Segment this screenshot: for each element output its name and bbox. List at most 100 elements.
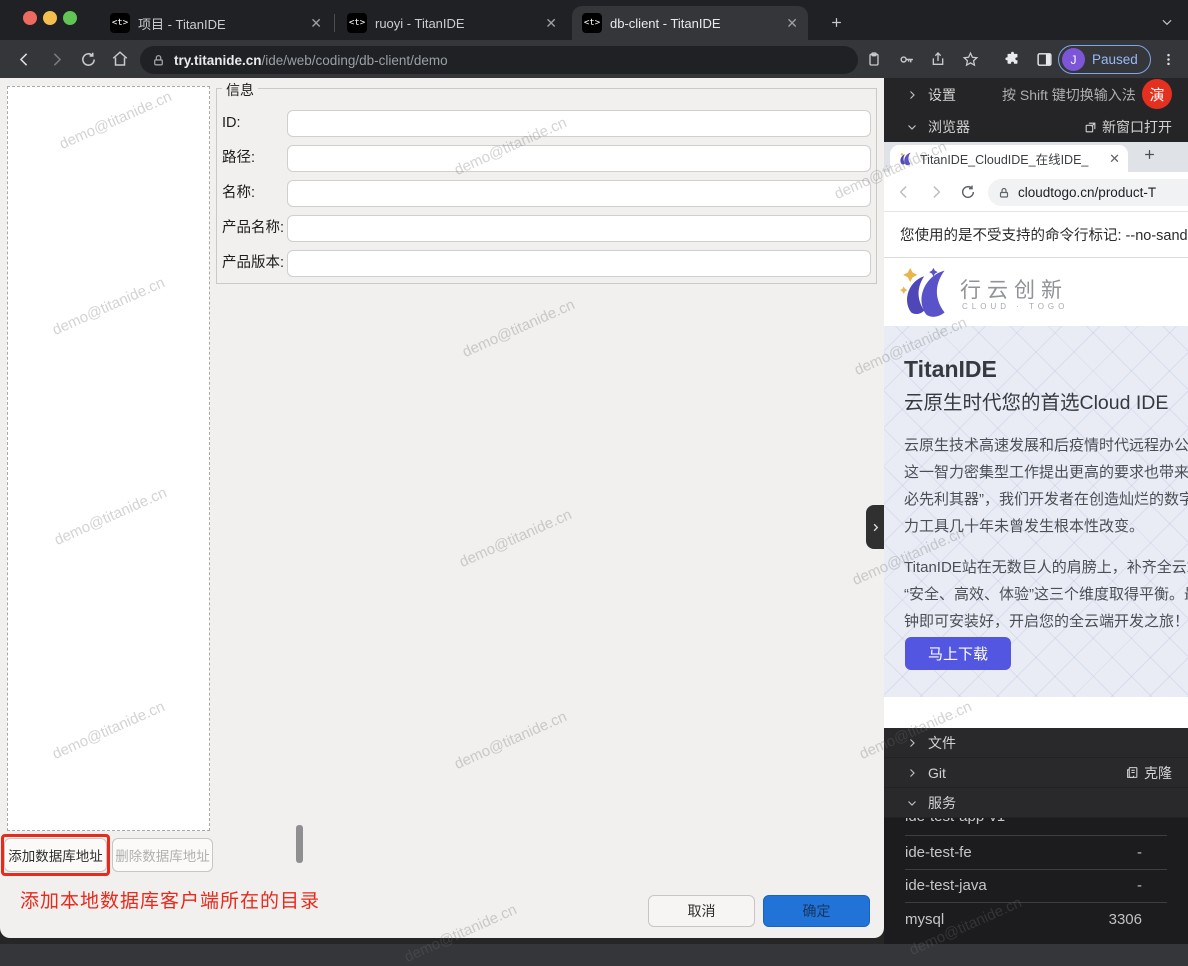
home-button[interactable] — [104, 43, 136, 75]
confirm-button[interactable]: 确定 — [763, 895, 870, 927]
service-port: - — [1137, 818, 1167, 825]
service-row[interactable]: ide-test-app-v1 - — [905, 818, 1167, 825]
id-field[interactable] — [287, 110, 871, 137]
hero-paragraph-line: 力工具几十年未曾发生根本性改变。 — [904, 515, 1188, 536]
open-new-window-button[interactable]: 新窗口打开 — [1084, 117, 1172, 137]
profile-paused-button[interactable]: J Paused — [1058, 45, 1151, 74]
mini-tab-title: TitanIDE_CloudIDE_在线IDE_ — [920, 149, 1103, 168]
field-label-product-version: 产品版本: — [222, 250, 284, 277]
mini-browser-toolbar: cloudtogo.cn/product-T — [884, 172, 1188, 212]
key-icon — [898, 51, 915, 68]
service-name: ide-test-app-v1 — [905, 818, 1005, 825]
star-icon — [962, 51, 979, 68]
password-key-button[interactable] — [890, 43, 922, 75]
tab-search-button[interactable] — [1155, 10, 1179, 34]
name-field[interactable] — [287, 180, 871, 207]
share-button[interactable] — [922, 43, 954, 75]
reload-icon — [960, 184, 976, 200]
tab-close-icon[interactable]: ✕ — [545, 15, 557, 32]
product-version-field[interactable] — [287, 250, 871, 277]
tab-project[interactable]: <t> 项目 - TitanIDE ✕ — [100, 6, 332, 40]
section-git[interactable]: Git 克隆 — [884, 758, 1188, 788]
clipboard-button[interactable] — [858, 43, 890, 75]
macos-zoom-button[interactable] — [63, 11, 77, 25]
sandbox-warning-bar: 您使用的是不受支持的命令行标记: --no-sand — [884, 212, 1188, 258]
mini-new-tab-button[interactable] — [1142, 147, 1157, 162]
forward-button[interactable] — [40, 43, 72, 75]
field-label-path: 路径: — [222, 145, 255, 172]
tab-separator — [334, 14, 335, 32]
macos-minimize-button[interactable] — [43, 11, 57, 25]
panel-expand-handle[interactable] — [866, 505, 884, 549]
download-now-button[interactable]: 马上下载 — [905, 637, 1011, 670]
service-row[interactable]: mysql 3306 — [905, 911, 1167, 928]
git-clone-button[interactable]: 克隆 — [1126, 763, 1172, 783]
service-name: mysql — [905, 911, 944, 928]
lock-icon — [152, 54, 165, 67]
delete-database-path-button[interactable]: 删除数据库地址 — [112, 838, 213, 872]
field-label-name: 名称: — [222, 180, 255, 207]
new-tab-button[interactable] — [822, 8, 850, 36]
tab-close-icon[interactable]: ✕ — [310, 15, 322, 32]
cancel-button[interactable]: 取消 — [648, 895, 755, 927]
lock-icon — [998, 187, 1010, 199]
chevron-down-icon — [906, 797, 918, 809]
files-label: 文件 — [928, 733, 956, 753]
mini-browser-tab[interactable]: TitanIDE_CloudIDE_在线IDE_ ✕ — [890, 145, 1128, 172]
mini-address-bar[interactable]: cloudtogo.cn/product-T — [988, 179, 1188, 206]
mini-tab-close-icon[interactable]: ✕ — [1109, 151, 1120, 167]
url-host: try.titanide.cn — [174, 53, 262, 68]
back-icon — [896, 184, 912, 200]
dialog-surface: 信息 ID: 路径: 名称: 产品名称: 产品版本: 添加数据库地址 删除数据库… — [0, 78, 884, 938]
service-row[interactable]: ide-test-fe - — [905, 844, 1167, 861]
ime-hint: 按 Shift 键切换输入法 — [1002, 85, 1136, 105]
forward-icon — [928, 184, 944, 200]
cloudtogo-logo-name: 行云创新 — [960, 274, 1068, 304]
cloudtogo-logo-section: 行云创新 CLOUD · TOGO — [884, 258, 1188, 326]
warning-text: 您使用的是不受支持的命令行标记: --no-sand — [900, 224, 1188, 245]
mini-reload-button[interactable] — [960, 184, 976, 200]
product-name-field[interactable] — [287, 215, 871, 242]
path-field[interactable] — [287, 145, 871, 172]
tab-ruoyi[interactable]: <t> ruoyi - TitanIDE ✕ — [337, 6, 567, 40]
macos-close-button[interactable] — [23, 11, 37, 25]
chevron-down-icon — [906, 121, 918, 133]
browser-tab-strip: <t> 项目 - TitanIDE ✕ <t> ruoyi - TitanIDE… — [0, 0, 1188, 40]
section-services[interactable]: 服务 — [884, 788, 1188, 818]
back-icon — [16, 51, 33, 68]
tab-db-client[interactable]: <t> db-client - TitanIDE ✕ — [572, 6, 808, 40]
reload-button[interactable] — [72, 43, 104, 75]
hero-paragraph-line: 钟即可安装好，开启您的全云端开发之旅！ — [904, 610, 1188, 631]
panel-scrollbar[interactable] — [296, 825, 303, 863]
hero-subtitle: 云原生时代您的首选Cloud IDE — [904, 386, 1168, 415]
cloudtogo-logo-subtitle: CLOUD · TOGO — [962, 302, 1068, 311]
mini-back-button[interactable] — [896, 184, 912, 200]
paused-label: Paused — [1092, 52, 1138, 67]
side-panel-button[interactable] — [1028, 43, 1060, 75]
titanide-favicon: <t> — [347, 13, 367, 33]
annotation-note: 添加本地数据库客户端所在的目录 — [20, 886, 320, 913]
section-files[interactable]: 文件 — [884, 728, 1188, 758]
add-database-path-button[interactable]: 添加数据库地址 — [4, 838, 107, 872]
settings-label: 设置 — [928, 85, 956, 105]
hero-paragraph-line: 云原生技术高速发展和后疫情时代远程办公等新 — [904, 434, 1188, 455]
bookmark-button[interactable] — [954, 43, 986, 75]
service-row[interactable]: ide-test-java - — [905, 877, 1167, 894]
back-button[interactable] — [8, 43, 40, 75]
service-name: ide-test-java — [905, 877, 987, 894]
tab-close-icon[interactable]: ✕ — [786, 15, 798, 32]
address-bar[interactable]: try.titanide.cn/ide/web/coding/db-client… — [140, 46, 858, 74]
url-path: /ide/web/coding/db-client/demo — [262, 53, 448, 68]
section-browser[interactable]: 浏览器 新窗口打开 — [884, 112, 1188, 142]
browser-label: 浏览器 — [928, 117, 970, 137]
db-client-app: 信息 ID: 路径: 名称: 产品名称: 产品版本: 添加数据库地址 删除数据库… — [0, 78, 884, 944]
extensions-button[interactable] — [996, 43, 1028, 75]
mini-forward-button[interactable] — [928, 184, 944, 200]
tab-title: 项目 - TitanIDE — [138, 14, 302, 33]
tab-title: db-client - TitanIDE — [610, 16, 778, 31]
chevron-right-icon — [906, 89, 918, 101]
browser-menu-button[interactable] — [1152, 43, 1184, 75]
database-path-list[interactable] — [7, 86, 210, 831]
demo-mode-badge: 演 — [1142, 79, 1172, 109]
page-bottom-strip — [884, 697, 1188, 728]
